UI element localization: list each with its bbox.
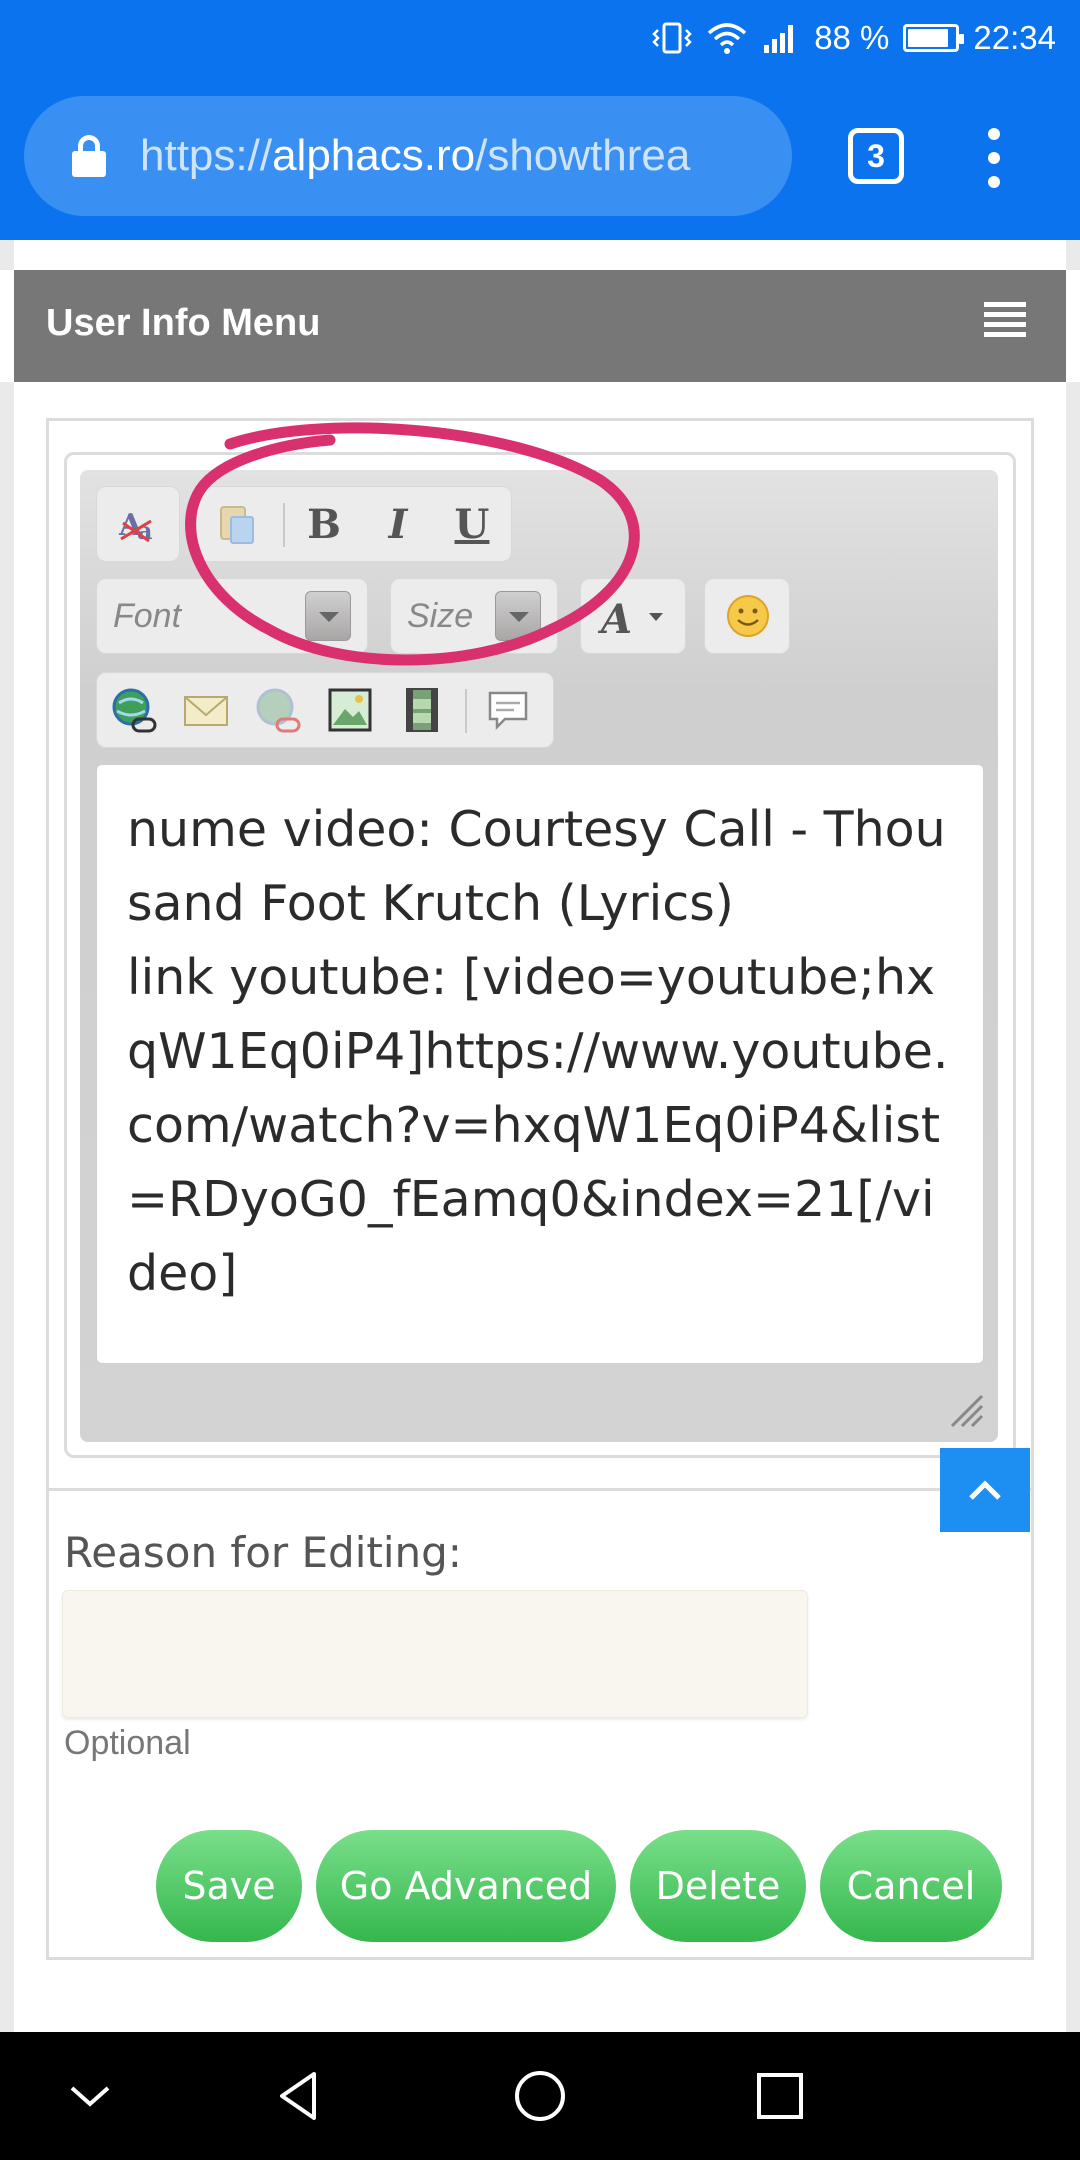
message-editor[interactable]: nume video: Courtesy Call - Thousand Foo…: [96, 764, 984, 1364]
annotation-circle: [185, 422, 640, 666]
cancel-button[interactable]: Cancel: [820, 1830, 1002, 1942]
page-side-border-right: [1066, 382, 1080, 2032]
url-host: alphacs.ro: [272, 131, 476, 180]
signal-icon: [764, 25, 794, 53]
reason-input[interactable]: [62, 1590, 808, 1718]
page-top: [0, 240, 1080, 270]
optional-hint: Optional: [64, 1724, 191, 1762]
battery-level-fill: [908, 29, 949, 47]
status-bar: 88 % 22:34: [0, 0, 1080, 76]
url-scheme: https://: [140, 131, 273, 180]
vibrate-icon: [652, 22, 692, 54]
browser-toolbar: https://alphacs.ro/showthrea 3: [0, 76, 1080, 240]
user-info-menu-title: User Info Menu: [46, 302, 321, 344]
url-text[interactable]: https://alphacs.ro/showthrea: [140, 131, 690, 181]
page-side-border-left: [0, 382, 14, 2032]
remove-format-group: A a: [96, 486, 180, 562]
section-divider: [48, 1488, 1034, 1491]
nav-collapse-icon[interactable]: [54, 2060, 126, 2132]
status-icons: 88 % 22:34: [652, 14, 1056, 62]
scroll-to-top-button[interactable]: [940, 1448, 1030, 1532]
smiley-icon[interactable]: [723, 591, 773, 641]
page-bottom: [14, 1960, 1066, 2032]
reason-label: Reason for Editing:: [64, 1528, 462, 1577]
chevron-up-icon: [969, 1480, 1001, 1500]
nav-recents-icon[interactable]: [744, 2060, 816, 2132]
user-info-menu-bar[interactable]: User Info Menu: [14, 270, 1066, 382]
delete-button[interactable]: Delete: [630, 1830, 806, 1942]
go-advanced-button[interactable]: Go Advanced: [316, 1830, 616, 1942]
battery-percent: 88 %: [814, 19, 890, 56]
system-nav-bar: [0, 2032, 1080, 2160]
lock-icon[interactable]: [72, 135, 106, 177]
smiley-group: [704, 578, 790, 654]
tabs-icon[interactable]: 3: [848, 128, 904, 184]
nav-back-icon[interactable]: [264, 2060, 336, 2132]
resize-grip-icon[interactable]: [946, 1390, 984, 1428]
nav-home-icon[interactable]: [504, 2060, 576, 2132]
hamburger-icon[interactable]: [984, 302, 1026, 338]
battery-icon: [903, 24, 965, 52]
clock: 22:34: [973, 19, 1056, 56]
remove-format-icon[interactable]: A a: [113, 499, 163, 549]
url-path: /showthrea: [475, 131, 691, 180]
insert-link-icon[interactable]: [109, 685, 159, 735]
save-button[interactable]: Save: [156, 1830, 302, 1942]
overflow-menu-icon[interactable]: [982, 128, 1006, 188]
address-bar[interactable]: https://alphacs.ro/showthrea: [24, 96, 792, 216]
wifi-icon: [708, 23, 747, 54]
